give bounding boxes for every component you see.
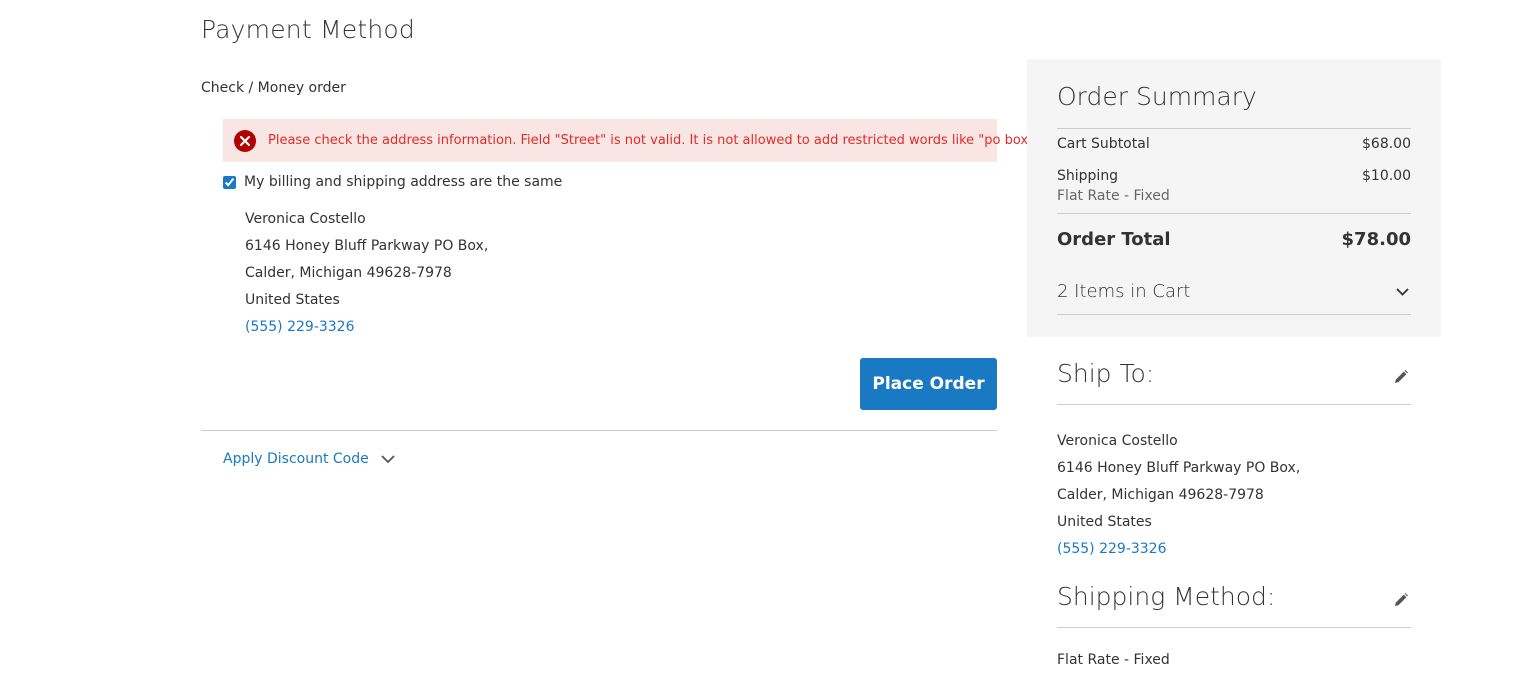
shipping-row: Shipping $10.00 bbox=[1057, 168, 1411, 184]
ship-to-divider bbox=[1057, 404, 1411, 405]
order-summary-title: Order Summary bbox=[1057, 82, 1257, 111]
edit-ship-to-button[interactable] bbox=[1392, 368, 1410, 386]
shipping-method-sub: Flat Rate - Fixed bbox=[1057, 188, 1170, 204]
apply-discount-toggle[interactable]: Apply Discount Code bbox=[223, 451, 395, 467]
summary-divider bbox=[1057, 128, 1411, 129]
error-message-text: Please check the address information. Fi… bbox=[268, 133, 1039, 148]
ship-to-title: Ship To: bbox=[1057, 359, 1155, 388]
items-in-cart-toggle[interactable]: 2 Items in Cart bbox=[1057, 281, 1411, 302]
divider bbox=[201, 430, 997, 431]
cart-subtotal-label: Cart Subtotal bbox=[1057, 136, 1150, 152]
same-address-option[interactable]: My billing and shipping address are the … bbox=[223, 174, 562, 190]
billing-address: Veronica Costello 6146 Honey Bluff Parkw… bbox=[245, 206, 488, 341]
error-message-box: Please check the address information. Fi… bbox=[223, 119, 1038, 162]
pencil-icon bbox=[1395, 370, 1408, 383]
shipping-method-divider bbox=[1057, 627, 1411, 628]
checkout-page: Payment Method Check / Money order Pleas… bbox=[0, 0, 1528, 697]
ship-to-phone-link[interactable]: (555) 229-3326 bbox=[1057, 536, 1300, 563]
billing-phone-link[interactable]: (555) 229-3326 bbox=[245, 314, 488, 341]
billing-street: 6146 Honey Bluff Parkway PO Box, bbox=[245, 238, 489, 254]
order-total-label: Order Total bbox=[1057, 229, 1171, 250]
edit-shipping-method-button[interactable] bbox=[1392, 591, 1410, 609]
pencil-icon bbox=[1395, 593, 1408, 606]
apply-discount-label: Apply Discount Code bbox=[223, 451, 369, 467]
billing-name: Veronica Costello bbox=[245, 211, 366, 227]
shipping-label: Shipping bbox=[1057, 168, 1119, 184]
ship-to-country: United States bbox=[1057, 514, 1152, 530]
summary-divider bbox=[1057, 314, 1411, 315]
ship-to-address: Veronica Costello 6146 Honey Bluff Parkw… bbox=[1057, 428, 1300, 563]
summary-divider bbox=[1057, 213, 1411, 214]
chevron-down-icon bbox=[381, 454, 395, 464]
place-order-button[interactable]: Place Order bbox=[860, 358, 997, 410]
chevron-down-icon bbox=[1396, 287, 1409, 296]
items-in-cart-label: 2 Items in Cart bbox=[1057, 281, 1191, 302]
order-total-value: $78.00 bbox=[1341, 229, 1411, 250]
billing-country: United States bbox=[245, 292, 340, 308]
order-total-row: Order Total $78.00 bbox=[1057, 229, 1411, 250]
payment-method-title: Payment Method bbox=[201, 15, 415, 44]
shipping-method-title: Shipping Method: bbox=[1057, 582, 1276, 611]
payment-method-label: Check / Money order bbox=[201, 80, 346, 96]
cart-subtotal-value: $68.00 bbox=[1362, 136, 1411, 152]
cart-subtotal-row: Cart Subtotal $68.00 bbox=[1057, 136, 1411, 152]
shipping-method-value: Flat Rate - Fixed bbox=[1057, 652, 1170, 668]
ship-to-city-line: Calder, Michigan 49628-7978 bbox=[1057, 487, 1264, 503]
ship-to-name: Veronica Costello bbox=[1057, 433, 1178, 449]
same-address-checkbox[interactable] bbox=[223, 175, 236, 189]
ship-to-street: 6146 Honey Bluff Parkway PO Box, bbox=[1057, 460, 1301, 476]
billing-city-line: Calder, Michigan 49628-7978 bbox=[245, 265, 452, 281]
same-address-label: My billing and shipping address are the … bbox=[244, 174, 563, 190]
shipping-value: $10.00 bbox=[1362, 168, 1411, 184]
error-circle-icon bbox=[234, 129, 256, 152]
